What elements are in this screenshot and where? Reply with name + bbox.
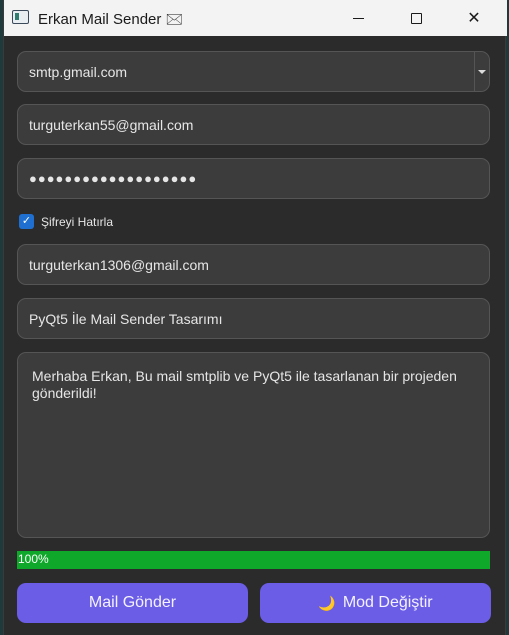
send-mail-label: Mail Gönder	[88, 594, 177, 611]
minimize-button[interactable]	[329, 0, 387, 36]
recipient-email-field[interactable]: turguterkan1306@gmail.com	[17, 244, 490, 285]
remember-password-row[interactable]: ✓ Şifreyi Hatırla	[19, 213, 113, 230]
title-bar: Erkan Mail Sender 🖂 ✕	[4, 0, 507, 36]
remember-password-checkbox[interactable]: ✓	[19, 214, 34, 229]
window-title: Erkan Mail Sender 🖂	[38, 11, 184, 28]
subject-field[interactable]: PyQt5 İle Mail Sender Tasarımı	[17, 298, 490, 339]
maximize-button[interactable]	[387, 0, 445, 36]
recipient-email-value: turguterkan1306@gmail.com	[29, 256, 209, 273]
send-mail-button[interactable]: Mail Gönder	[17, 583, 248, 623]
password-mask: ●●●●●●●●●●●●●●●●●●●	[29, 171, 198, 186]
moon-icon: 🌙	[318, 594, 336, 611]
maximize-icon	[410, 12, 422, 24]
smtp-server-value: smtp.gmail.com	[29, 63, 128, 80]
app-icon	[12, 10, 29, 24]
chevron-down-icon[interactable]	[474, 52, 489, 91]
progress-label: 100%	[18, 552, 49, 566]
smtp-server-combobox[interactable]: smtp.gmail.com	[17, 51, 490, 92]
minimize-icon	[352, 17, 364, 19]
mail-sender-window: Erkan Mail Sender 🖂 ✕ smtp.gmail.com tur…	[3, 0, 507, 635]
sender-email-value: turguterkan55@gmail.com	[29, 116, 194, 133]
toggle-mode-button[interactable]: 🌙 Mod Değiştir	[260, 583, 491, 623]
message-body-textarea[interactable]: Merhaba Erkan, Bu mail smtplib ve PyQt5 …	[17, 352, 490, 538]
send-progress-bar: 100%	[17, 551, 490, 569]
close-button[interactable]: ✕	[445, 0, 503, 36]
remember-password-label: Şifreyi Hatırla	[41, 214, 114, 229]
toggle-mode-label: Mod Değiştir	[342, 594, 433, 611]
password-field[interactable]: ●●●●●●●●●●●●●●●●●●●	[17, 158, 490, 199]
close-icon: ✕	[467, 10, 481, 27]
subject-value: PyQt5 İle Mail Sender Tasarımı	[29, 310, 223, 327]
message-body-text: Merhaba Erkan, Bu mail smtplib ve PyQt5 …	[32, 368, 457, 401]
sender-email-field[interactable]: turguterkan55@gmail.com	[17, 104, 490, 145]
